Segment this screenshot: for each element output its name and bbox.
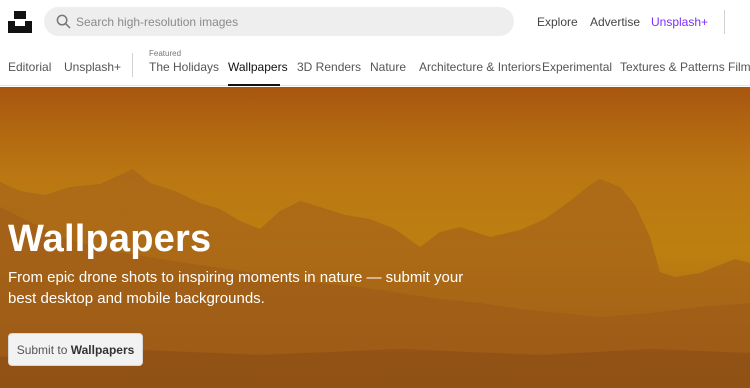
tab-the-holidays[interactable]: The Holidays: [149, 60, 219, 74]
tab-textures-patterns[interactable]: Textures & Patterns: [620, 60, 725, 74]
tab-architecture-interiors[interactable]: Architecture & Interiors: [419, 60, 541, 74]
tab-experimental[interactable]: Experimental: [542, 60, 612, 74]
nav-advertise-link[interactable]: Advertise: [590, 15, 640, 29]
top-header: Explore Advertise Unsplash+: [0, 0, 750, 44]
tab-wallpapers[interactable]: Wallpapers: [228, 60, 288, 74]
tab-editorial[interactable]: Editorial: [8, 60, 51, 74]
header-divider: [724, 10, 725, 34]
tab-nature[interactable]: Nature: [370, 60, 406, 74]
unsplash-logo-icon[interactable]: [8, 9, 32, 33]
search-bar[interactable]: [44, 7, 514, 36]
tab-unsplash-plus[interactable]: Unsplash+: [64, 60, 121, 74]
hero-title: Wallpapers: [8, 218, 212, 260]
search-icon[interactable]: [56, 14, 71, 29]
active-tab-indicator: [228, 84, 280, 86]
submit-button-topic: Wallpapers: [70, 342, 135, 357]
nav-explore-link[interactable]: Explore: [537, 15, 578, 29]
search-input[interactable]: [76, 7, 496, 36]
tab-3d-renders[interactable]: 3D Renders: [297, 60, 361, 74]
category-tabs: Editorial Unsplash+ Featured The Holiday…: [0, 44, 750, 86]
hero-description: From epic drone shots to inspiring momen…: [8, 269, 464, 307]
nav-unsplash-plus-link[interactable]: Unsplash+: [651, 15, 708, 29]
hero-banner: Wallpapers From epic drone shots to insp…: [0, 87, 750, 388]
submit-button-prefix: Submit to: [16, 342, 71, 357]
tab-film[interactable]: Film: [728, 60, 750, 74]
featured-label: Featured: [149, 49, 182, 58]
tab-divider: [132, 53, 133, 77]
submit-to-wallpapers-button[interactable]: Submit to Wallpapers: [8, 333, 143, 366]
